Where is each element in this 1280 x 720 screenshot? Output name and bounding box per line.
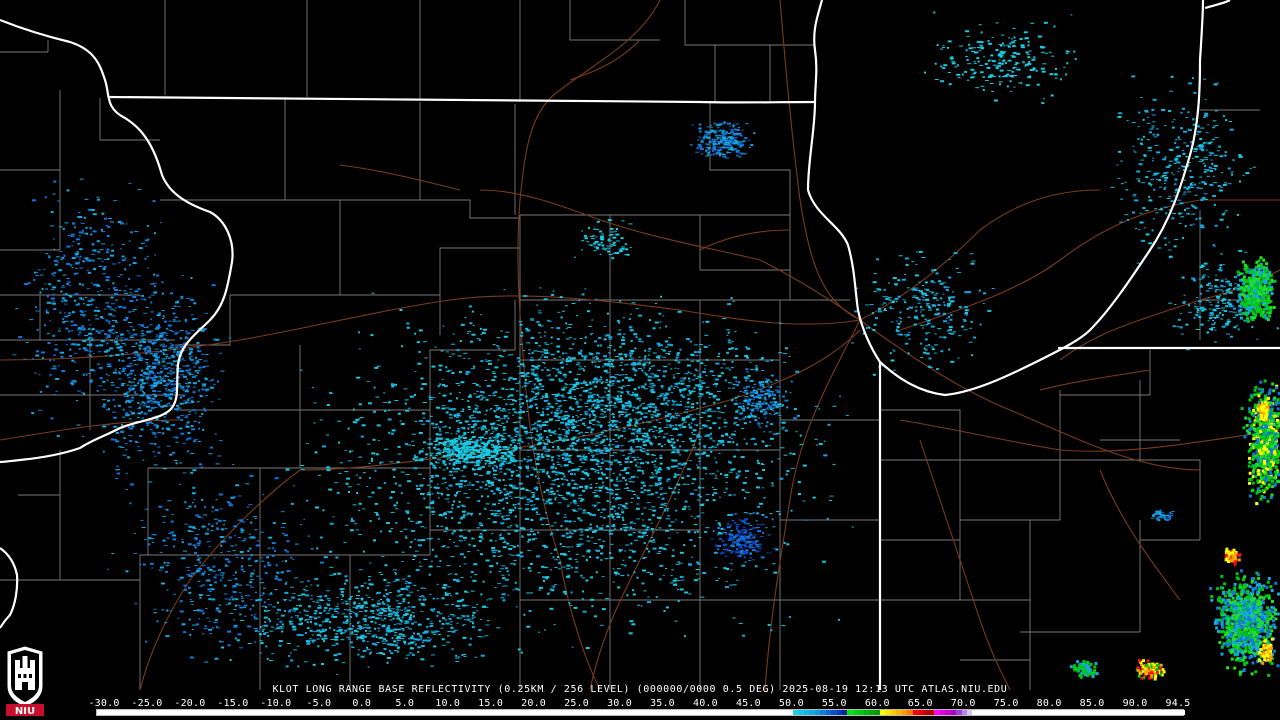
color-scale-bar — [96, 709, 1185, 716]
scale-tick-label: -10.0 — [260, 698, 292, 709]
scale-tick-label: 50.0 — [778, 698, 804, 709]
scale-tick-label: 5.0 — [395, 698, 415, 709]
scale-tick-label: -25.0 — [131, 698, 163, 709]
scale-tick-label: 80.0 — [1036, 698, 1062, 709]
scale-tick-label: 35.0 — [650, 698, 675, 709]
scale-tick-label: 70.0 — [950, 698, 976, 709]
scale-tick-label: 90.0 — [1122, 698, 1148, 709]
scale-tick-label: 65.0 — [907, 698, 933, 709]
scale-tick-label: 55.0 — [821, 698, 847, 709]
scale-tick-label: 40.0 — [692, 698, 718, 709]
scale-tick-label: 94.5 — [1165, 698, 1191, 709]
scale-tick-label: 0.0 — [352, 698, 372, 709]
scale-tick-label: 85.0 — [1079, 698, 1105, 709]
scale-tick-label: -15.0 — [217, 698, 249, 709]
scale-tick-label: 60.0 — [864, 698, 890, 709]
scale-tick-label: 30.0 — [607, 698, 632, 709]
scale-tick-label: 10.0 — [435, 698, 461, 709]
radar-map — [0, 0, 1280, 720]
scale-tick-label: 15.0 — [478, 698, 504, 709]
scale-tick-label: 45.0 — [735, 698, 761, 709]
scale-swatch — [1179, 710, 1185, 715]
scale-tick-label: -30.0 — [88, 698, 120, 709]
scale-tick-label: 20.0 — [521, 698, 547, 709]
scale-tick-label: 75.0 — [993, 698, 1019, 709]
scale-tick-label: 25.0 — [564, 698, 589, 709]
scale-tick-label: -20.0 — [174, 698, 206, 709]
product-caption: KLOT LONG RANGE BASE REFLECTIVITY (0.25K… — [272, 684, 1008, 695]
scale-tick-label: -5.0 — [306, 698, 332, 709]
